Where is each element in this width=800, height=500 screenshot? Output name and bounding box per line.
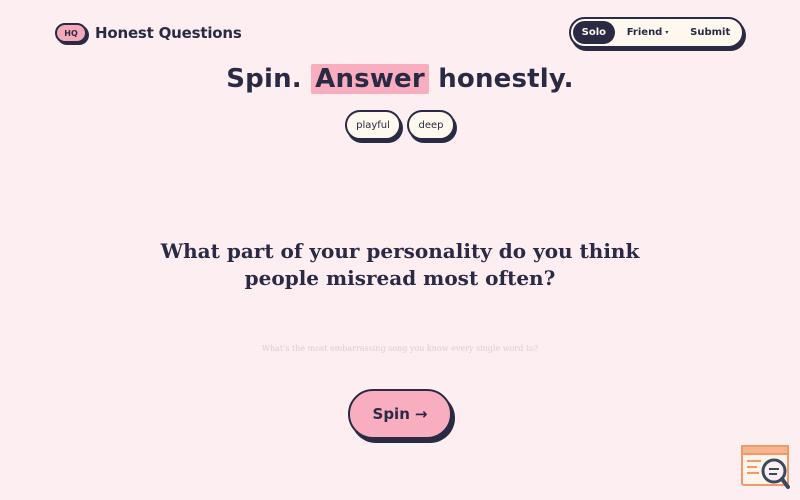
headline-part1: Spin. bbox=[226, 64, 302, 94]
headline-part2: honestly. bbox=[438, 64, 574, 94]
mode-solo-button[interactable]: Solo bbox=[573, 21, 615, 44]
chip-deep[interactable]: deep bbox=[407, 110, 455, 140]
search-document-icon[interactable] bbox=[741, 445, 791, 490]
mode-friend-button[interactable]: Friend ▾ bbox=[619, 21, 677, 44]
mode-submit-label: Submit bbox=[690, 27, 731, 38]
headline-highlight: Answer bbox=[311, 64, 429, 94]
arrow-right-icon: → bbox=[414, 405, 428, 423]
chevron-down-icon: ▾ bbox=[665, 29, 669, 36]
spin-label: Spin bbox=[372, 405, 410, 423]
logo[interactable]: HQ Honest Questions bbox=[55, 23, 242, 43]
headline: Spin. Answer honestly. bbox=[0, 64, 800, 94]
page: HQ Honest Questions Solo Friend ▾ Submit… bbox=[0, 0, 800, 500]
chip-playful[interactable]: playful bbox=[345, 110, 401, 140]
mode-submit-button[interactable]: Submit bbox=[680, 21, 740, 44]
mode-solo-label: Solo bbox=[581, 27, 607, 38]
logo-text: Honest Questions bbox=[95, 24, 242, 42]
mode-switcher: Solo Friend ▾ Submit bbox=[569, 17, 744, 48]
answer-placeholder[interactable]: What's the most embarrassing song you kn… bbox=[200, 344, 600, 353]
mode-friend-label: Friend bbox=[626, 27, 663, 38]
spin-button[interactable]: Spin → bbox=[348, 389, 452, 439]
category-chips: playful deep bbox=[0, 110, 800, 140]
logo-badge: HQ bbox=[55, 23, 87, 43]
question-text: What part of your personality do you thi… bbox=[160, 239, 640, 290]
